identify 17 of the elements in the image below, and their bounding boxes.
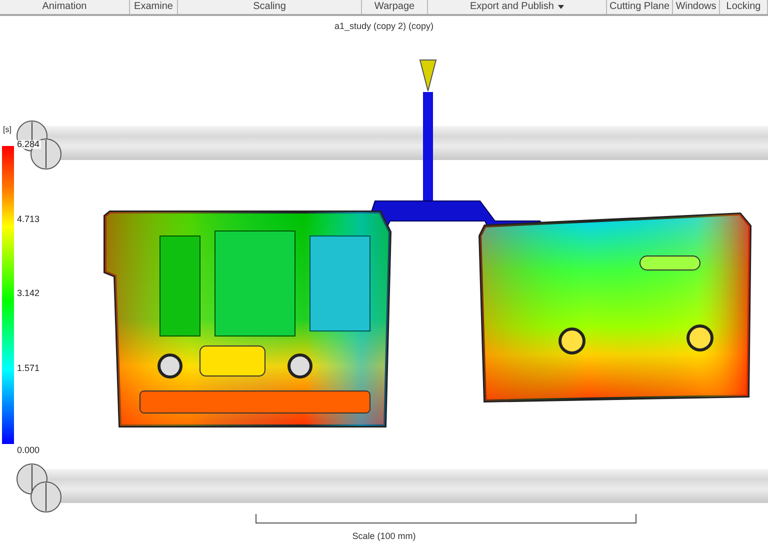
ribbon-group-label[interactable]: Scaling (178, 0, 362, 14)
ribbon-group-label[interactable]: Warpage (362, 0, 428, 14)
ribbon-group-label[interactable]: Cutting Plane (607, 0, 673, 14)
legend-unit: [s] (3, 124, 12, 136)
caret-icon (558, 5, 564, 9)
study-title: a1_study (copy 2) (copy) (333, 20, 435, 33)
ribbon-group-label[interactable]: Export and Publish (428, 0, 607, 14)
ribbon-group-label[interactable]: Animation (0, 0, 130, 14)
legend-tick-label: 3.142 (16, 289, 41, 298)
legend-tick-label: 6.284 (16, 140, 41, 149)
legend-tick-label: 0.000 (16, 446, 41, 455)
legend-tick-label: 1.571 (16, 364, 41, 372)
ribbon-group-label[interactable]: Windows (673, 0, 720, 14)
ribbon-group-label[interactable]: Examine (130, 0, 178, 14)
ribbon-group-label[interactable]: Locking (720, 0, 768, 14)
legend-tick-label: 4.713 (16, 214, 41, 224)
scale-label: Scale (100 mm) (351, 530, 417, 543)
